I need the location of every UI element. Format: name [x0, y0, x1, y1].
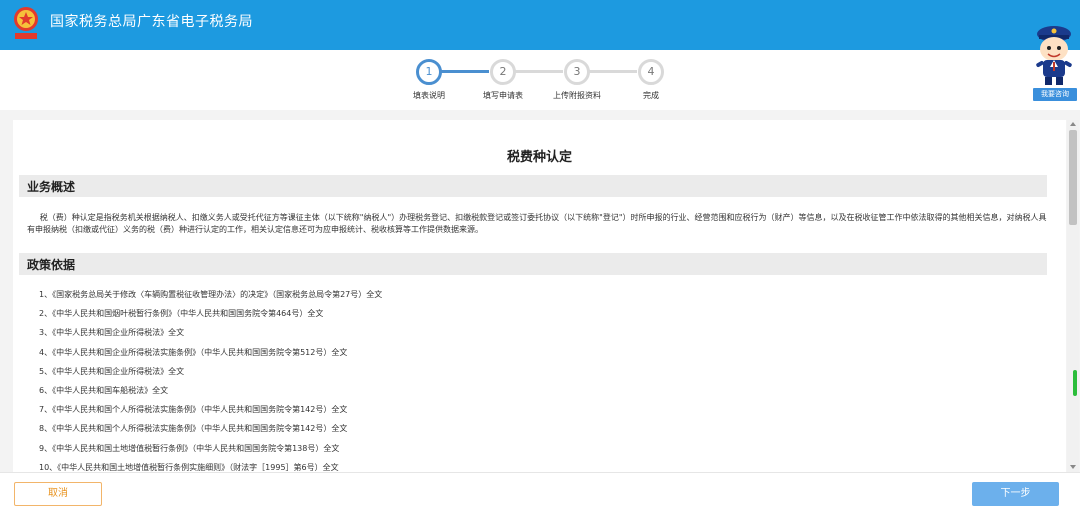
step-connector — [440, 70, 489, 73]
footer-bar: 取消 下一步 — [0, 472, 1080, 511]
step-progress-bar: 1 2 3 4 填表说明 填写申请表 上传附报资料 完成 — [0, 50, 1080, 110]
site-title: 国家税务总局广东省电子税务局 — [50, 14, 253, 30]
step-1-label: 填表说明 — [413, 91, 445, 100]
section-header-policy: 政策依据 — [19, 253, 1047, 275]
overview-paragraph: 税（费）种认定是指税务机关根据纳税人、扣缴义务人或受托代征方等课征主体（以下统称… — [27, 213, 1047, 234]
cancel-button[interactable]: 取消 — [14, 482, 102, 506]
content-area: 税费种认定 业务概述 税（费）种认定是指税务机关根据纳税人、扣缴义务人或受托代征… — [0, 110, 1080, 472]
consult-button[interactable]: 我要咨询 — [1033, 88, 1077, 101]
document-panel: 税费种认定 业务概述 税（费）种认定是指税务机关根据纳税人、扣缴义务人或受托代征… — [13, 120, 1066, 472]
next-step-button[interactable]: 下一步 — [972, 482, 1059, 506]
section-header-overview: 业务概述 — [19, 175, 1047, 197]
tax-officer-mascot-icon[interactable] — [1031, 22, 1077, 88]
page-title: 税费种认定 — [506, 150, 572, 165]
step-4-label: 完成 — [643, 91, 659, 100]
policy-link[interactable]: 7、《中华人民共和国个人所得税法实施条例》（中华人民共和国国务院令第142号）全… — [39, 404, 382, 423]
scroll-up-arrow-icon[interactable] — [1070, 122, 1076, 126]
step-3-circle: 3 — [564, 59, 590, 85]
step-4-circle: 4 — [638, 59, 664, 85]
policy-link[interactable]: 9、《中华人民共和国土地增值税暂行条例》（中华人民共和国国务院令第138号）全文 — [39, 443, 382, 462]
policy-link[interactable]: 1、《国家税务总局关于修改〈车辆购置税征收管理办法〉的决定》（国家税务总局令第2… — [39, 289, 382, 308]
policy-link[interactable]: 5、《中华人民共和国企业所得税法》全文 — [39, 366, 382, 385]
policy-link[interactable]: 2、《中华人民共和国烟叶税暂行条例》（中华人民共和国国务院令第464号）全文 — [39, 308, 382, 327]
policy-list: 1、《国家税务总局关于修改〈车辆购置税征收管理办法〉的决定》（国家税务总局令第2… — [39, 289, 382, 472]
section-heading: 政策依据 — [27, 258, 76, 272]
vertical-scrollbar[interactable] — [1067, 120, 1079, 472]
scroll-position-marker — [1073, 370, 1077, 396]
tax-emblem-logo — [14, 7, 38, 39]
step-2-label: 填写申请表 — [483, 91, 523, 100]
section-heading: 业务概述 — [27, 180, 76, 194]
policy-link[interactable]: 3、《中华人民共和国企业所得税法》全文 — [39, 327, 382, 346]
policy-link[interactable]: 4、《中华人民共和国企业所得税法实施条例》（中华人民共和国国务院令第512号）全… — [39, 347, 382, 366]
policy-link[interactable]: 6、《中华人民共和国车船税法》全文 — [39, 385, 382, 404]
step-connector — [589, 70, 637, 73]
step-connector — [515, 70, 563, 73]
scroll-down-arrow-icon[interactable] — [1070, 465, 1076, 469]
policy-link[interactable]: 8、《中华人民共和国个人所得税法实施条例》（中华人民共和国国务院令第142号）全… — [39, 423, 382, 442]
step-2-circle: 2 — [490, 59, 516, 85]
step-1-circle: 1 — [416, 59, 442, 85]
step-3-label: 上传附报资料 — [553, 91, 601, 100]
scrollbar-thumb[interactable] — [1069, 130, 1077, 225]
top-header: 国家税务总局广东省电子税务局 — [0, 0, 1080, 50]
policy-link[interactable]: 10、《中华人民共和国土地增值税暂行条例实施细则》（财法字［1995］第6号）全… — [39, 462, 382, 472]
